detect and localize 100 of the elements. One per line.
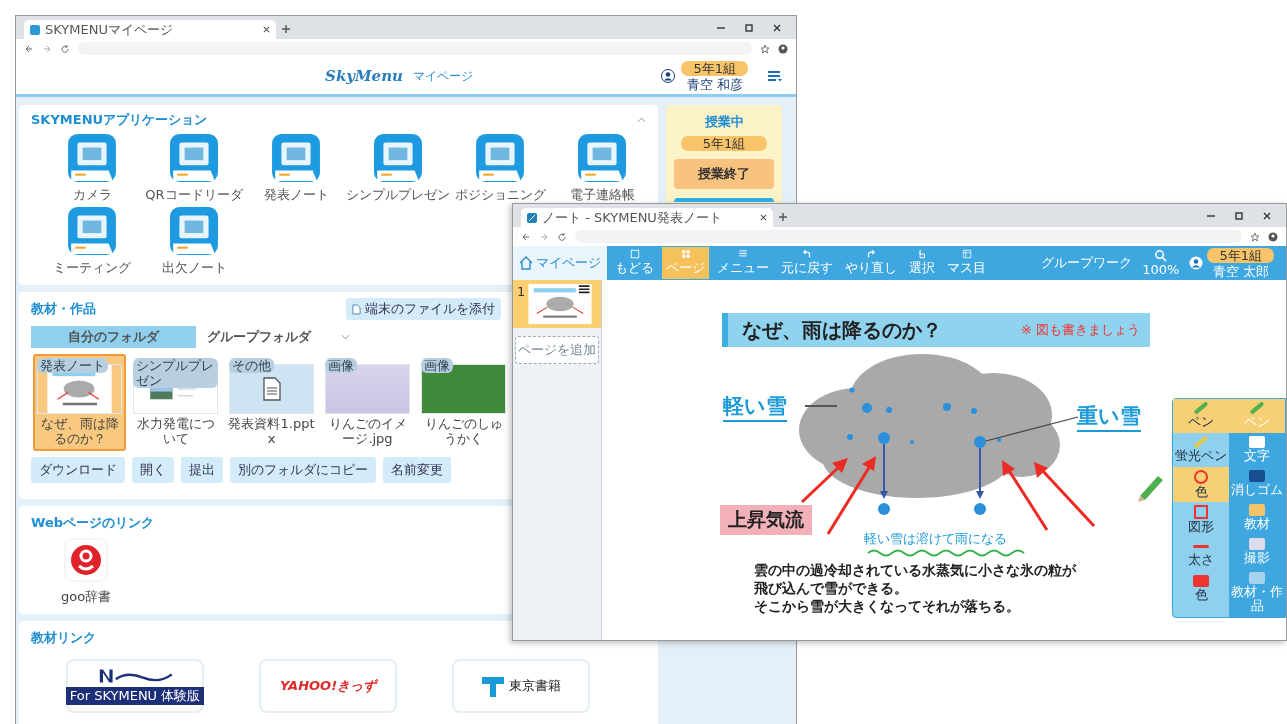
section-title: 教材リンク xyxy=(31,630,96,645)
document-icon xyxy=(261,377,282,401)
attach-file-button[interactable]: 端末のファイルを添付 xyxy=(346,298,501,320)
updraft-label: 上昇気流 xyxy=(720,505,812,535)
logo: SkyMenu xyxy=(325,67,403,85)
class-badge: 5年1組 xyxy=(1207,247,1274,263)
class-badge: 5年1組 xyxy=(680,136,768,151)
file-item[interactable]: 画像 りんごのしゅうかく xyxy=(417,354,510,451)
palette-tool[interactable]: ペン xyxy=(1173,399,1229,433)
page-title: マイページ xyxy=(412,67,473,85)
file-action-button[interactable]: 開く xyxy=(132,456,174,483)
palette-tool[interactable]: 色 xyxy=(1173,467,1229,503)
app-launcher[interactable]: カメラ xyxy=(41,133,143,204)
file-action-button[interactable]: 名前変更 xyxy=(383,456,451,483)
letter-g-logo xyxy=(64,538,109,582)
file-type-tag: シンプルプレゼン xyxy=(133,358,218,388)
page-thumbnail[interactable]: 1 xyxy=(513,280,601,328)
close-icon[interactable] xyxy=(1262,211,1272,221)
raindrop-dot xyxy=(974,503,986,515)
square-icon xyxy=(1194,505,1208,520)
reload-icon[interactable] xyxy=(557,231,567,242)
add-page-button[interactable]: ページを追加 xyxy=(515,336,599,364)
snow-label: 軽い雪 xyxy=(723,392,787,422)
section-title: 教材・作品 xyxy=(31,300,96,318)
file-item[interactable]: その他 発表資料1.pptx xyxy=(225,354,318,451)
restore-icon[interactable] xyxy=(1234,211,1244,221)
file-item[interactable]: 画像 りんごのイメージ.jpg xyxy=(321,354,414,451)
app-tile-icon xyxy=(169,206,219,256)
palette-tool[interactable]: 図形 xyxy=(1173,502,1229,538)
file-action-button[interactable]: 提出 xyxy=(181,456,223,483)
link-banner[interactable]: YAHOO!きっず xyxy=(259,659,397,713)
app-tile-icon xyxy=(169,133,219,183)
pencil-icon[interactable] xyxy=(1138,476,1163,502)
user-icon[interactable] xyxy=(1189,256,1204,270)
search-icon xyxy=(1154,249,1168,262)
slide-paragraph: 雲の中の過冷却されている水蒸気に小さな氷の粒が 飛び込んで雪ができる。 そこから雪が大きくなってそれが落ちる。 xyxy=(754,561,1076,615)
updraft-arrow xyxy=(1034,462,1096,528)
palette-tool[interactable]: 色 xyxy=(1173,571,1229,606)
link-banner[interactable]: For SKYMENU 体験版 xyxy=(66,659,204,713)
color-swatch-icon xyxy=(1193,574,1209,587)
updraft-arrow xyxy=(1002,460,1049,531)
close-icon[interactable] xyxy=(263,26,270,33)
app-tile-icon xyxy=(271,133,321,183)
user-name: 青空 太郎 xyxy=(1212,263,1269,279)
raindrop-dot xyxy=(878,503,890,515)
app-tile-icon xyxy=(67,133,117,183)
document-icon xyxy=(352,303,361,315)
snow-label: 重い雪 xyxy=(1077,402,1141,432)
slide-note: ※ 図も書きましょう xyxy=(1020,321,1140,339)
star-icon[interactable] xyxy=(760,43,770,54)
star-icon[interactable] xyxy=(1250,231,1260,242)
falling-arrow xyxy=(974,436,986,499)
menu-icon[interactable] xyxy=(768,70,782,82)
account-icon[interactable] xyxy=(1268,231,1278,242)
palette-tool[interactable]: 蛍光ペン xyxy=(1173,433,1229,467)
file-item[interactable]: 発表ノート なぜ、雨は降るのか？ xyxy=(33,354,126,451)
file-action-button[interactable]: 別のフォルダにコピー xyxy=(230,456,376,483)
end-class-button[interactable]: 授業終了 xyxy=(674,159,774,189)
file-type-tag: 画像 xyxy=(325,358,357,373)
link-banner[interactable]: 東京書籍 xyxy=(452,659,590,713)
browser-tab[interactable]: ノート - SKYMENU発表ノート xyxy=(521,208,773,227)
web-link[interactable]: goo辞書 xyxy=(61,538,112,606)
back-icon[interactable] xyxy=(521,231,531,242)
file-action-button[interactable]: ダウンロード xyxy=(31,456,125,483)
user-name: 青空 和彦 xyxy=(686,76,743,92)
app-tile-icon xyxy=(475,133,525,183)
caret-icon xyxy=(341,334,350,340)
app-icon xyxy=(527,212,537,223)
class-status: 授業中 xyxy=(704,113,744,131)
file-type-tag: 発表ノート xyxy=(37,358,108,373)
file-type-tag: その他 xyxy=(229,358,274,373)
file-item[interactable]: シンプルプレゼン 水力発電について xyxy=(129,354,222,451)
app-launcher[interactable]: シンプルプレゼン xyxy=(347,133,449,204)
leader-line xyxy=(804,405,838,407)
app-launcher[interactable]: QRコードリーダ xyxy=(143,133,245,204)
class-badge: 5年1組 xyxy=(681,60,748,76)
slide-title: なぜ、雨は降るのか？ xyxy=(742,316,942,344)
logo-drawing xyxy=(481,674,505,698)
falling-arrow xyxy=(878,432,890,499)
palette-tool[interactable]: 太さ xyxy=(1173,537,1229,572)
app-icon xyxy=(30,24,40,35)
restore-icon[interactable] xyxy=(744,23,754,33)
app-launcher[interactable]: ミーティング xyxy=(41,206,143,277)
app-tile-icon xyxy=(373,133,423,183)
slide-caption: 軽い雪は溶けて雨になる xyxy=(864,530,1007,548)
app-launcher[interactable]: 出欠ノート xyxy=(143,206,245,277)
folder-tab[interactable]: 自分のフォルダ xyxy=(31,326,196,348)
app-launcher[interactable]: 電子連絡帳 xyxy=(551,133,653,204)
back-icon[interactable] xyxy=(24,43,34,54)
app-launcher[interactable]: ポジショニング xyxy=(449,133,551,204)
plus-icon[interactable] xyxy=(779,213,787,221)
close-icon[interactable] xyxy=(772,23,782,33)
plus-icon[interactable] xyxy=(282,25,290,33)
account-icon[interactable] xyxy=(778,43,788,54)
close-icon[interactable] xyxy=(760,214,767,221)
section-title: SKYMENUアプリケーション xyxy=(31,111,208,129)
browser-tab[interactable]: SKYMENUマイページ xyxy=(24,20,276,39)
reload-icon[interactable] xyxy=(60,43,70,54)
app-launcher[interactable]: 発表ノート xyxy=(245,133,347,204)
user-icon[interactable] xyxy=(661,69,676,83)
